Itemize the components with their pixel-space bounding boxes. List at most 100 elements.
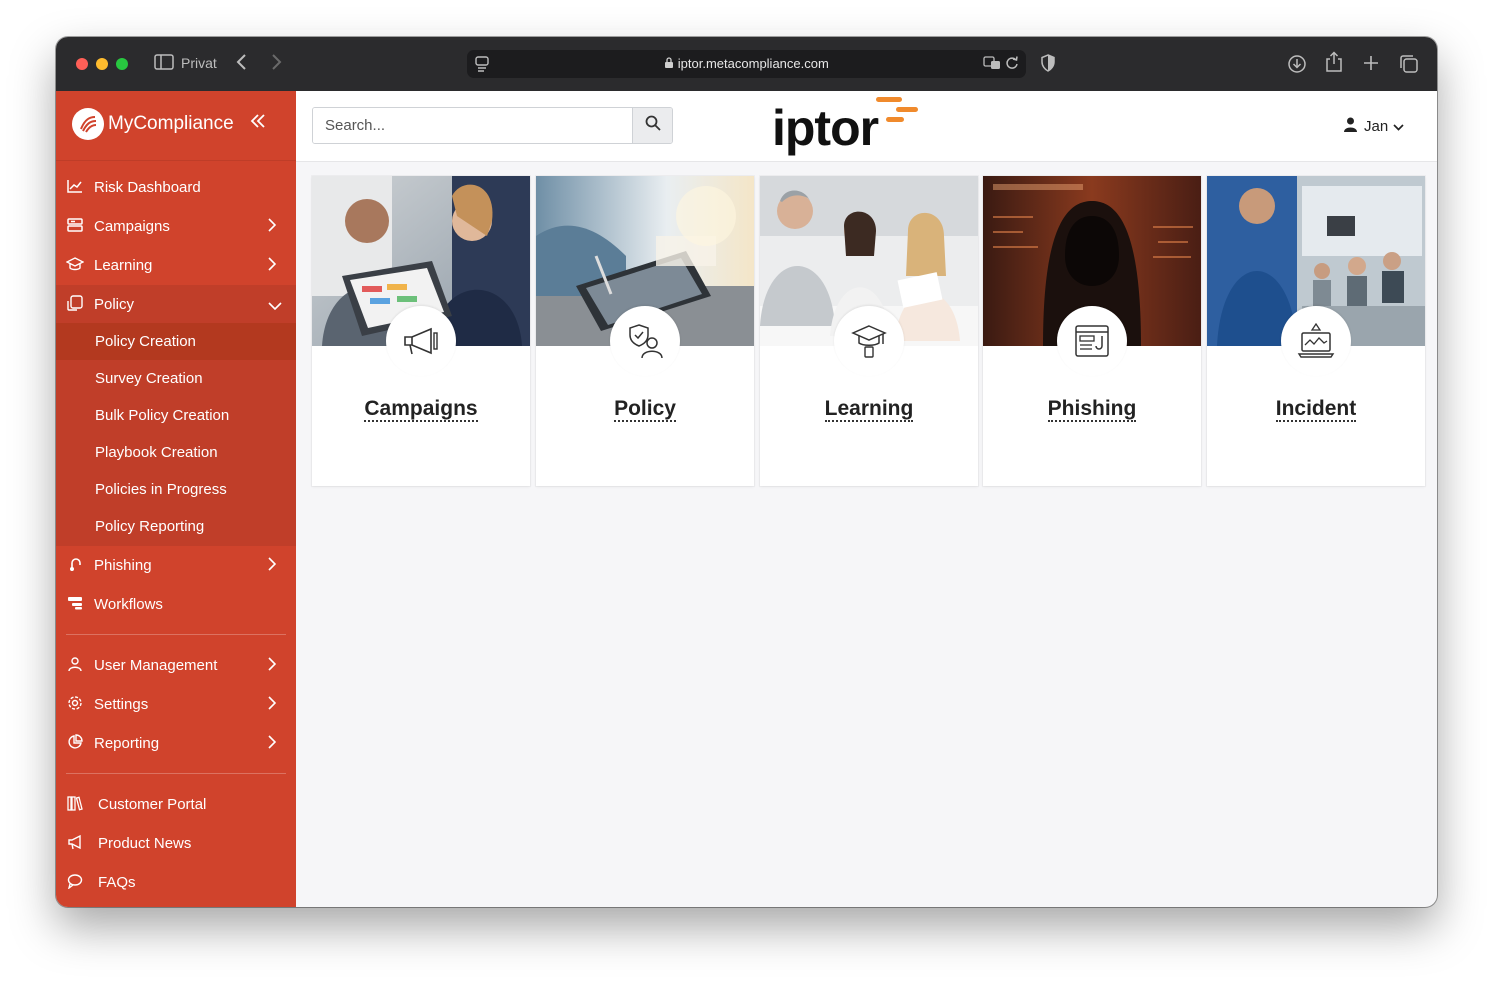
divider [56, 160, 296, 161]
card-phishing[interactable]: Phishing [983, 176, 1201, 486]
shield-person-icon [610, 306, 680, 376]
sidebar-item-reporting[interactable]: Reporting [56, 724, 296, 763]
logo-accent [886, 117, 904, 122]
address-bar[interactable]: iptor.metacompliance.com [467, 50, 1026, 78]
chevron-down-icon [1393, 118, 1404, 135]
privacy-shield-icon[interactable] [1040, 54, 1056, 77]
graduation-cap-icon [834, 306, 904, 376]
sidebar-item-policy[interactable]: Policy [56, 285, 296, 324]
top-header: iptor Jan [296, 91, 1437, 162]
sidebar-item-label: FAQs [98, 874, 136, 891]
laptop-alert-icon [1281, 306, 1351, 376]
submenu-item-label: Policy Creation [95, 333, 196, 350]
reload-icon[interactable] [1005, 55, 1019, 76]
card-title[interactable]: Learning [824, 397, 914, 422]
maximize-window-button[interactable] [116, 58, 128, 70]
sidebar-item-label: Reporting [94, 735, 160, 752]
chevron-right-icon [268, 734, 277, 754]
sidebar-item-label: Phishing [94, 557, 152, 574]
downloads-icon[interactable] [1287, 54, 1307, 79]
card-title[interactable]: Phishing [1047, 397, 1137, 422]
user-menu[interactable]: Jan [1344, 117, 1404, 136]
submenu-item-policy-reporting[interactable]: Policy Reporting [56, 508, 296, 545]
minimize-window-button[interactable] [96, 58, 108, 70]
sidebar-item-label: Campaigns [94, 218, 170, 235]
policy-icon [66, 295, 84, 314]
sidebar-item-user-management[interactable]: User Management [56, 646, 296, 685]
chevron-right-icon [268, 217, 277, 237]
search-input[interactable] [313, 108, 649, 143]
submenu-item-survey-creation[interactable]: Survey Creation [56, 360, 296, 397]
share-icon[interactable] [1325, 51, 1343, 78]
chevron-right-icon [268, 556, 277, 576]
sidebar-item-label: Settings [94, 696, 149, 713]
sidebar-item-label: Workflows [94, 596, 163, 613]
chevron-down-icon [268, 295, 282, 315]
back-icon[interactable] [236, 53, 248, 76]
sidebar-item-label: Learning [94, 257, 153, 274]
brand[interactable]: MyCompliance [72, 108, 234, 140]
chevron-right-icon [268, 256, 277, 276]
tab-overview-icon[interactable] [1399, 54, 1419, 79]
campaigns-icon [66, 218, 84, 235]
sidebar-item-label: Product News [98, 835, 192, 852]
sidebar: MyCompliance Risk Dashboard Campaigns Le… [56, 91, 296, 907]
submenu-item-label: Policy Reporting [95, 518, 205, 535]
new-tab-icon[interactable] [1362, 54, 1380, 77]
divider [66, 773, 286, 774]
submenu-item-policies-in-progress[interactable]: Policies in Progress [56, 471, 296, 508]
card-learning[interactable]: Learning [760, 176, 978, 486]
chevron-right-icon [268, 656, 277, 676]
card-title[interactable]: Campaigns [364, 397, 478, 422]
browser-window: Privat iptor.metacompliance.com MyCompli… [56, 37, 1437, 907]
users-icon [66, 656, 84, 675]
card-title[interactable]: Policy [614, 397, 676, 422]
submenu-item-bulk-policy-creation[interactable]: Bulk Policy Creation [56, 397, 296, 434]
browser-window-icon [1057, 306, 1127, 376]
sidebar-item-faqs[interactable]: FAQs [56, 863, 296, 902]
card-title[interactable]: Incident [1275, 397, 1357, 422]
sidebar-item-customer-portal[interactable]: Customer Portal [56, 785, 296, 824]
submenu-item-label: Policies in Progress [95, 481, 227, 498]
user-name: Jan [1364, 118, 1389, 135]
sidebar-item-product-news[interactable]: Product News [56, 824, 296, 863]
chat-bubble-icon [66, 873, 84, 892]
books-icon [66, 795, 84, 814]
sidebar-item-settings[interactable]: Settings [56, 685, 296, 724]
submenu-item-label: Playbook Creation [95, 444, 218, 461]
translate-icon[interactable] [983, 56, 1001, 75]
graduation-cap-icon [65, 257, 85, 274]
gear-icon [66, 695, 84, 714]
submenu-item-playbook-creation[interactable]: Playbook Creation [56, 434, 296, 471]
hook-icon [66, 556, 84, 575]
card-campaigns[interactable]: Campaigns [312, 176, 530, 486]
submenu-item-policy-creation[interactable]: Policy Creation [56, 323, 296, 360]
brand-name: MyCompliance [108, 113, 234, 134]
sidebar-item-workflows[interactable]: Workflows [56, 585, 296, 624]
pie-chart-icon [66, 734, 84, 753]
sidebar-item-label: User Management [94, 657, 218, 674]
forward-icon[interactable] [270, 53, 282, 76]
sidebar-item-campaigns[interactable]: Campaigns [56, 207, 296, 246]
sidebar-item-learning[interactable]: Learning [56, 246, 296, 285]
chevron-right-icon [268, 695, 277, 715]
megaphone-icon [386, 306, 456, 376]
sidebar-toggle-icon[interactable] [154, 54, 174, 75]
submenu-item-label: Bulk Policy Creation [95, 407, 230, 424]
card-incident[interactable]: Incident [1207, 176, 1425, 486]
sidebar-item-phishing[interactable]: Phishing [56, 546, 296, 585]
search-icon [645, 115, 661, 136]
megaphone-icon [66, 834, 84, 853]
workflow-icon [66, 596, 84, 613]
url-text: iptor.metacompliance.com [677, 56, 829, 71]
collapse-sidebar-icon[interactable] [250, 112, 266, 135]
card-policy[interactable]: Policy [536, 176, 754, 486]
search-button[interactable] [632, 108, 672, 143]
close-window-button[interactable] [76, 58, 88, 70]
sidebar-item-risk-dashboard[interactable]: Risk Dashboard [56, 168, 296, 207]
submenu-item-label: Survey Creation [95, 370, 203, 387]
sidebar-item-label: Risk Dashboard [94, 179, 201, 196]
browser-toolbar: Privat iptor.metacompliance.com [56, 37, 1437, 92]
sidebar-item-label: Policy [94, 296, 135, 313]
private-profile-label: Privat [181, 55, 217, 71]
